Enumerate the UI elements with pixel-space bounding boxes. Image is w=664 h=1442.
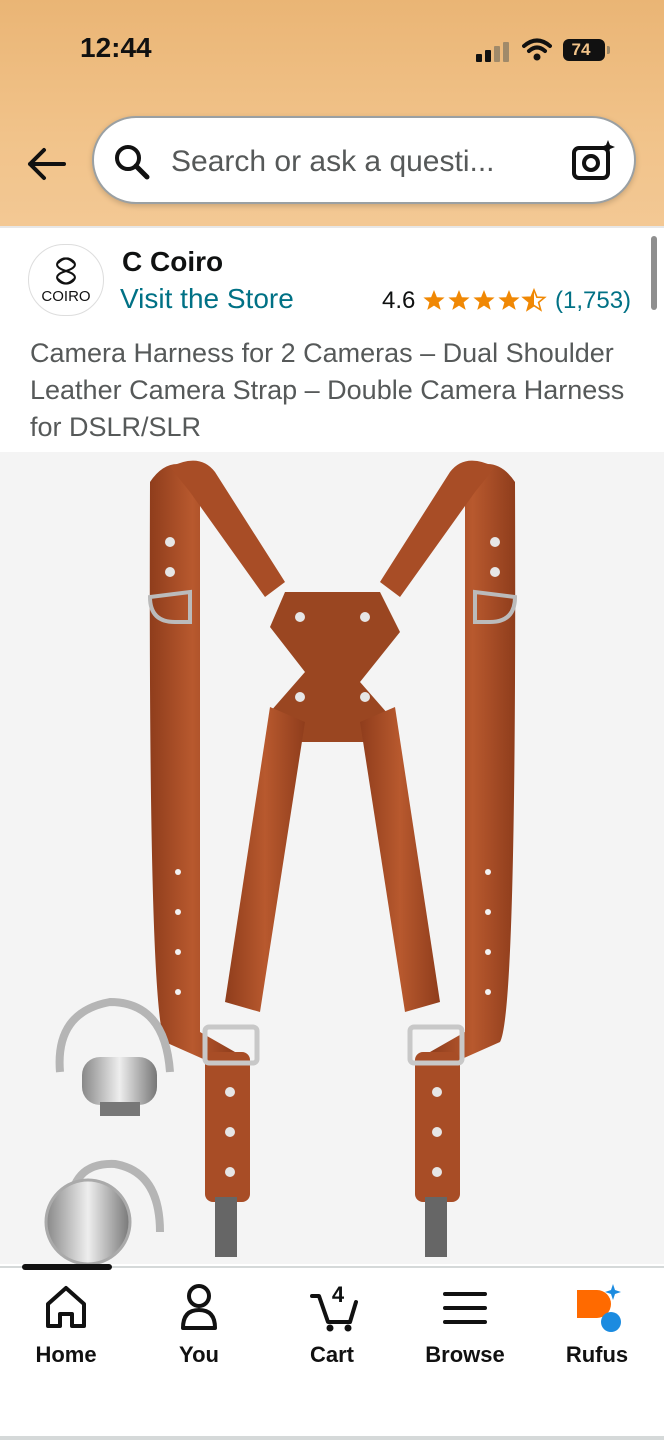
brand-name: C Coiro xyxy=(122,246,224,277)
tab-home[interactable]: Home xyxy=(0,1282,132,1382)
coiro-logo-icon xyxy=(56,257,76,285)
camera-harness-image xyxy=(44,460,518,1264)
product-title: Camera Harness for 2 Cameras – Dual Shou… xyxy=(30,338,625,442)
tab-home-label: Home xyxy=(35,1342,97,1367)
back-arrow-icon[interactable] xyxy=(22,140,70,188)
tab-cart-label: Cart xyxy=(309,1342,354,1367)
visit-store-link[interactable]: Visit the Store xyxy=(120,283,294,315)
tab-you-label: You xyxy=(179,1342,219,1367)
rating-value: 4.6 xyxy=(382,287,416,314)
scrollbar[interactable] xyxy=(651,236,657,310)
wifi-icon xyxy=(522,38,552,61)
tab-you[interactable]: You xyxy=(133,1282,265,1382)
tab-rufus[interactable]: Rufus xyxy=(531,1282,663,1382)
tab-browse[interactable]: Browse xyxy=(399,1282,531,1382)
brand-logo-text: COIRO xyxy=(41,288,91,305)
tab-browse-label: Browse xyxy=(425,1342,505,1367)
bottom-edge xyxy=(0,1436,664,1440)
tab-rufus-label: Rufus xyxy=(565,1342,629,1367)
tab-cart[interactable]: 4 Cart xyxy=(266,1282,398,1382)
battery-icon: 74 xyxy=(563,39,610,61)
brand-logo[interactable]: COIRO xyxy=(28,244,104,316)
cellular-signal-icon xyxy=(476,40,510,62)
rufus-icon xyxy=(577,1284,621,1332)
menu-icon xyxy=(443,1292,487,1324)
camera-search-icon[interactable] xyxy=(570,138,616,184)
search-input[interactable]: Search or ask a questi... xyxy=(92,116,636,204)
battery-level: 74 xyxy=(571,40,591,59)
header-divider xyxy=(0,226,664,228)
active-tab-indicator xyxy=(22,1264,112,1270)
search-placeholder: Search or ask a questi... xyxy=(171,145,495,178)
person-icon xyxy=(181,1284,217,1330)
status-time: 12:44 xyxy=(80,32,152,63)
search-icon xyxy=(115,145,150,180)
star-rating-icon[interactable] xyxy=(422,286,548,314)
product-image[interactable] xyxy=(0,452,664,1264)
home-icon xyxy=(46,1286,86,1328)
cart-badge: 4 xyxy=(331,1282,345,1307)
rating-count-link[interactable]: (1,753) xyxy=(555,287,631,315)
